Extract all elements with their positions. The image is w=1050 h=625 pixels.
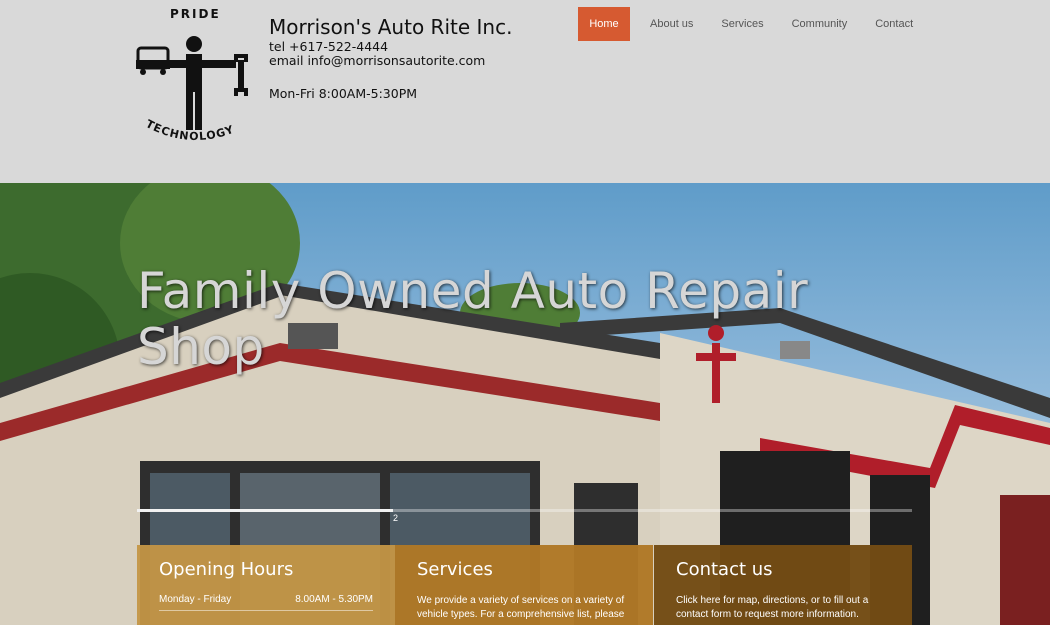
company-phone[interactable]: tel +617-522-4444	[269, 40, 512, 54]
logo-graphic: PRIDE TECHNOLOGY	[136, 7, 248, 143]
nav-about-us[interactable]: About us	[638, 7, 705, 41]
svg-text:PRIDE: PRIDE	[170, 7, 221, 21]
wrench-icon	[234, 54, 248, 96]
company-info: Morrison's Auto Rite Inc. tel +617-522-4…	[269, 14, 512, 101]
opening-hours-title: Opening Hours	[159, 559, 294, 580]
slide-number: 2	[393, 513, 399, 523]
contact-panel[interactable]: Contact us Click here for map, direction…	[654, 545, 912, 625]
services-panel[interactable]: Services We provide a variety of service…	[395, 545, 653, 625]
hero-title: Family Owned Auto Repair Shop	[137, 262, 809, 376]
hero-slider: Family Owned Auto Repair Shop 2 Opening …	[0, 183, 1050, 625]
services-text: We provide a variety of services on a va…	[417, 595, 625, 620]
hours-time: 8.00AM - 5.30PM	[295, 594, 373, 605]
slider-progress-fill	[137, 509, 393, 512]
company-hours: Mon-Fri 8:00AM-5:30PM	[269, 86, 418, 101]
main-nav: Home About us Services Community Contact	[578, 7, 929, 41]
slider-progress-bar[interactable]	[137, 509, 912, 512]
company-name: Morrison's Auto Rite Inc.	[269, 15, 513, 39]
hours-row: Monday - Friday 8.00AM - 5.30PM	[159, 594, 373, 611]
pride-technology-logo[interactable]: PRIDE TECHNOLOGY	[130, 4, 260, 154]
person-icon	[158, 36, 236, 130]
site-header: PRIDE TECHNOLOGY Morrison's Auto Rite In…	[0, 0, 1050, 183]
hours-day: Monday - Friday	[159, 594, 232, 605]
nav-community[interactable]: Community	[780, 7, 860, 41]
services-title: Services	[417, 559, 493, 580]
nav-contact[interactable]: Contact	[863, 7, 925, 41]
opening-hours-panel: Opening Hours Monday - Friday 8.00AM - 5…	[137, 545, 395, 625]
contact-title: Contact us	[676, 559, 773, 580]
company-email[interactable]: email info@morrisonsautorite.com	[269, 54, 512, 68]
nav-services[interactable]: Services	[709, 7, 775, 41]
contact-text: Click here for map, directions, or to fi…	[676, 595, 869, 620]
nav-home[interactable]: Home	[578, 7, 630, 41]
